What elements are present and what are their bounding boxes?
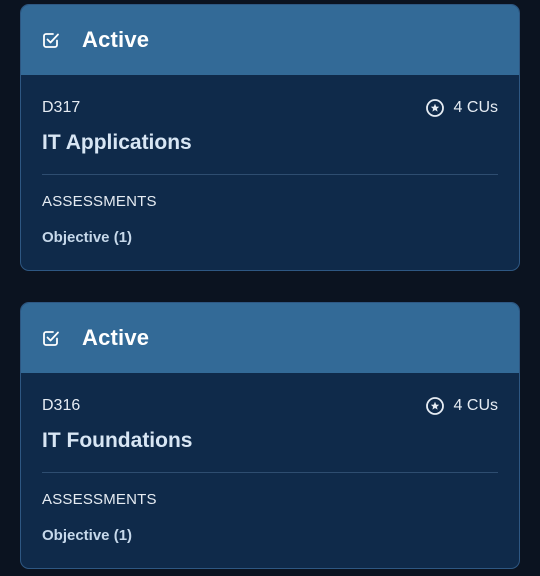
competency-units: 4 CUs [425, 396, 498, 416]
card-header: Active [21, 5, 519, 75]
checkbox-checked-icon [41, 30, 61, 50]
cu-count: 4 CUs [453, 397, 498, 414]
course-code: D316 [42, 397, 81, 414]
meta-row: D317 4 CUs [42, 97, 498, 119]
meta-row: D316 4 CUs [42, 395, 498, 417]
star-circle-icon [425, 396, 445, 416]
course-card[interactable]: Active D317 4 CUs IT Applications ASSESS… [20, 4, 520, 271]
status-label: Active [82, 27, 150, 52]
card-body: D317 4 CUs IT Applications ASSESSMENTS O… [21, 97, 519, 246]
status-label: Active [82, 325, 150, 350]
course-title[interactable]: IT Applications [42, 131, 498, 155]
checkbox-checked-icon [41, 328, 61, 348]
competency-units: 4 CUs [425, 98, 498, 118]
divider [42, 472, 498, 473]
card-body: D316 4 CUs IT Foundations ASSESSMENTS Ob… [21, 395, 519, 544]
course-title[interactable]: IT Foundations [42, 429, 498, 453]
assessment-objective-link[interactable]: Objective (1) [42, 229, 498, 246]
cu-count: 4 CUs [453, 99, 498, 116]
assessments-heading: ASSESSMENTS [42, 193, 157, 210]
assessment-objective-link[interactable]: Objective (1) [42, 527, 498, 544]
divider [42, 174, 498, 175]
card-header: Active [21, 303, 519, 373]
course-code: D317 [42, 99, 81, 116]
star-circle-icon [425, 98, 445, 118]
assessments-heading: ASSESSMENTS [42, 491, 157, 508]
course-card[interactable]: Active D316 4 CUs IT Foundations ASSESSM… [20, 302, 520, 569]
